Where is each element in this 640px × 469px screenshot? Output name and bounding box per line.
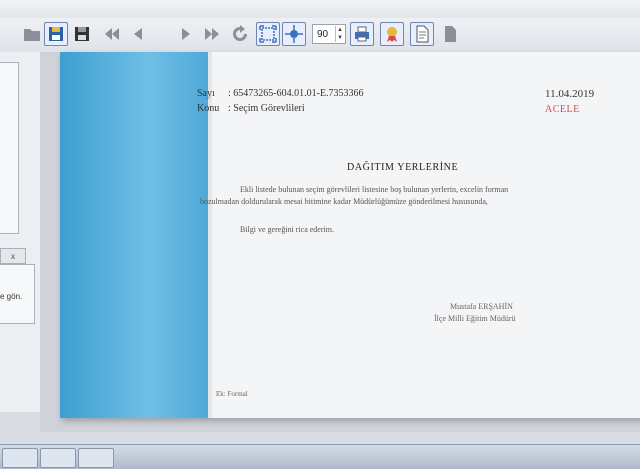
sayi-value: : 65473265-604.01.01-E.7353366 (228, 88, 364, 99)
screen-top-edge (0, 0, 640, 18)
fit-width-icon[interactable] (282, 22, 306, 46)
closing-line: Bilgi ve gereğini rica ederim. (240, 225, 334, 234)
attachment-note: Ek: Formal (216, 390, 248, 398)
zoom-input[interactable]: 90 ▲ ▼ (312, 24, 346, 44)
certificate-icon[interactable] (380, 22, 404, 46)
folder-icon[interactable] (20, 22, 44, 46)
document-viewport[interactable]: Sayı : 65473265-604.01.01-E.7353366 Konu… (40, 52, 640, 432)
save-as-icon[interactable] (70, 22, 94, 46)
next-page-icon[interactable] (174, 22, 198, 46)
prev-page-icon[interactable] (126, 22, 150, 46)
left-panel-text: e gön. (0, 292, 23, 301)
taskbar (0, 444, 640, 469)
body-line-2: bozulmadan doldurularak mesai bitimine k… (200, 197, 488, 206)
refresh-icon[interactable] (228, 22, 252, 46)
document-icon[interactable] (410, 22, 434, 46)
print-icon[interactable] (350, 22, 374, 46)
taskbar-button[interactable] (40, 448, 76, 468)
zoom-value: 90 (317, 28, 329, 40)
urgency-label: ACELE (545, 104, 580, 115)
taskbar-button[interactable] (78, 448, 114, 468)
left-panel-box (0, 62, 19, 234)
sayi-label: Sayı (197, 88, 215, 99)
taskbar-button[interactable] (2, 448, 38, 468)
page-icon[interactable] (438, 22, 462, 46)
first-page-icon[interactable] (100, 22, 124, 46)
konu-value: : Seçim Görevlileri (228, 103, 305, 114)
document-heading: DAĞITIM YERLERİNE (347, 162, 459, 173)
left-panel: x e gön. (0, 52, 41, 412)
save-icon[interactable] (44, 22, 68, 46)
page-side-band (60, 52, 212, 418)
left-panel-tab[interactable]: x (0, 248, 26, 264)
document-date: 11.04.2019 (545, 88, 595, 100)
viewer-toolbar: 90 ▲ ▼ (0, 18, 640, 53)
signer-title: İlçe Milli Eğitim Müdürü (434, 314, 516, 323)
zoom-stepper[interactable]: ▲ ▼ (335, 26, 344, 42)
konu-label: Konu (197, 103, 220, 114)
fit-page-icon[interactable] (256, 22, 280, 46)
last-page-icon[interactable] (200, 22, 224, 46)
signer-name: Mustafa ERŞAHİN (450, 302, 513, 311)
body-line-1: Ekli listede bulunan seçim görevlileri l… (240, 185, 509, 194)
